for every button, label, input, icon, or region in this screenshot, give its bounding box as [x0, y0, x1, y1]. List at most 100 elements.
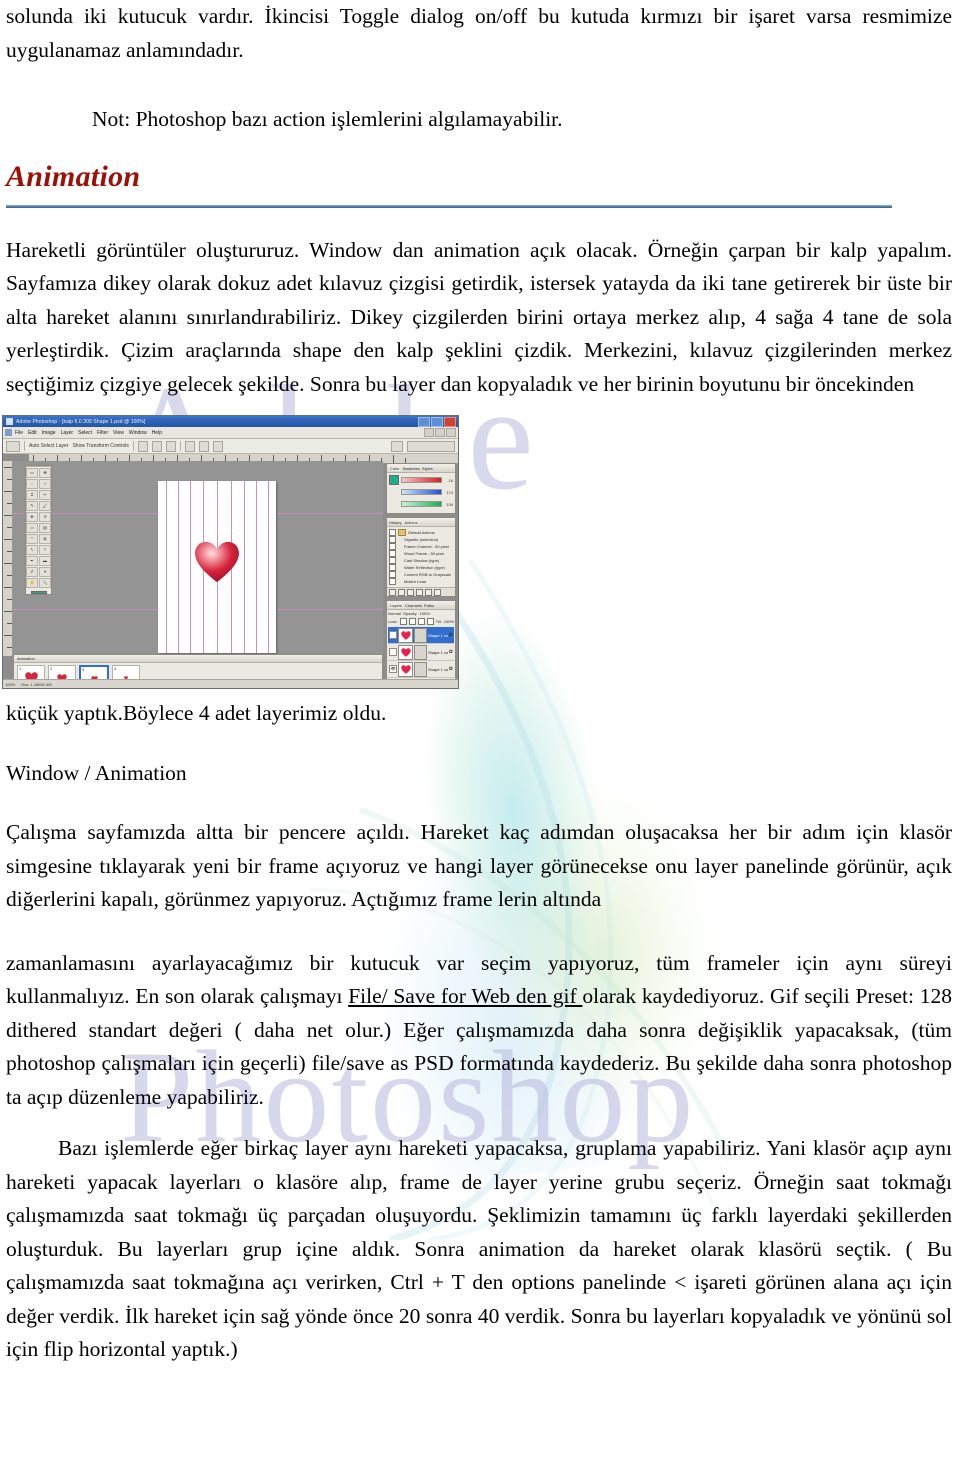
menu-item-layer[interactable]: Layer	[61, 430, 74, 436]
layer-thumbnail[interactable]	[398, 627, 413, 643]
opacity-value[interactable]: 100%	[420, 611, 430, 616]
action-toggle-checkbox[interactable]	[389, 578, 396, 585]
ps-options-bar[interactable]: Auto Select Layer Show Transform Control…	[3, 439, 458, 454]
menu-item-file[interactable]: File	[15, 430, 23, 436]
stop-playing-icon[interactable]	[389, 588, 396, 596]
move-tool-icon[interactable]	[6, 440, 20, 452]
actions-panel-tabs[interactable]: History Actions	[387, 518, 455, 527]
action-toggle-checkbox[interactable]	[389, 571, 396, 578]
delete-action-icon[interactable]	[434, 588, 441, 596]
notes-tool-icon[interactable]: ✐	[26, 567, 38, 578]
magic-wand-icon[interactable]: ✧	[39, 479, 51, 490]
animation-panel-tab[interactable]: Animation	[14, 655, 382, 663]
action-label[interactable]: Wood Frame - 50 pixel	[398, 551, 444, 556]
layer-fx-icon[interactable]: ✿	[449, 666, 453, 672]
align-center-icon[interactable]	[151, 440, 162, 452]
actions-panel-footer[interactable]	[387, 587, 455, 596]
distribute-top-icon[interactable]	[184, 440, 195, 452]
create-new-action-icon[interactable]	[425, 588, 432, 596]
marquee-tool-icon[interactable]: ▭	[26, 468, 38, 479]
hand-tool-icon[interactable]: ✋	[26, 578, 38, 589]
zoom-tool-icon[interactable]: 🔍	[39, 578, 51, 589]
layer-fx-icon[interactable]: ✿	[449, 632, 453, 638]
window-controls[interactable]	[418, 416, 456, 427]
current-color-swatch[interactable]	[389, 475, 399, 485]
healing-brush-icon[interactable]: ✎	[26, 501, 38, 512]
tab-styles[interactable]: Styles	[422, 466, 433, 471]
lock-position-icon[interactable]	[417, 618, 425, 625]
foreground-color-swatch[interactable]	[30, 591, 47, 594]
color-panel-body[interactable]: 16 174 139	[387, 473, 455, 513]
doc-close-icon[interactable]	[446, 428, 456, 437]
crop-tool-icon[interactable]: ⌗	[26, 490, 38, 501]
pen-tool-icon[interactable]: ✒	[26, 556, 38, 567]
color-panel-tabs[interactable]: Color Swatches Styles	[387, 464, 455, 473]
menu-item-filter[interactable]: Filter	[97, 430, 108, 436]
minimize-icon[interactable]	[418, 416, 430, 427]
green-slider[interactable]	[401, 489, 442, 495]
doc-restore-icon[interactable]	[435, 428, 445, 437]
path-select-icon[interactable]: ↖	[26, 545, 38, 556]
begin-recording-icon[interactable]	[398, 588, 405, 596]
tab-color[interactable]: Color	[389, 465, 401, 471]
maximize-icon[interactable]	[431, 416, 443, 427]
blur-tool-icon[interactable]: ◠	[26, 534, 38, 545]
stamp-tool-icon[interactable]: ⎈	[26, 512, 38, 523]
menu-item-edit[interactable]: Edit	[28, 430, 37, 436]
distribute-bottom-icon[interactable]	[212, 440, 223, 452]
action-row[interactable]: Custom RGB to Grayscale	[389, 571, 453, 578]
layers-panel-tabs[interactable]: Layers Channels Paths	[387, 601, 455, 610]
auto-select-layer-label[interactable]: Auto Select Layer	[29, 443, 68, 449]
action-label[interactable]: Molten Lead	[398, 579, 426, 584]
ps-toolbox[interactable]: ▭ ✥ ◌ ✧ ⌗ ✂ ✎ 🖌 ⎈ ↺ ▱ ▤ ◠ ◍ ↖ T ✒ ▬ ✐ ✦ …	[25, 465, 52, 595]
slice-tool-icon[interactable]: ✂	[39, 490, 51, 501]
menu-item-image[interactable]: Image	[42, 430, 56, 436]
ps-canvas-area[interactable]: ▭ ✥ ◌ ✧ ⌗ ✂ ✎ 🖌 ⎈ ↺ ▱ ▤ ◠ ◍ ↖ T ✒ ▬ ✐ ✦ …	[13, 461, 383, 656]
action-label[interactable]: Custom RGB to Grayscale	[398, 572, 451, 577]
ps-panel-dock[interactable]: Color Swatches Styles 16 174 139 History…	[386, 463, 456, 688]
blend-mode-row[interactable]: Normal Opacity: 100%	[388, 611, 454, 616]
color-channel-b[interactable]: 139	[389, 499, 453, 509]
layer-visibility-icon[interactable]: 👁	[389, 665, 397, 673]
menu-item-window[interactable]: Window	[129, 430, 147, 436]
menu-item-help[interactable]: Help	[152, 430, 162, 436]
move-tool-icon-2[interactable]: ✥	[39, 468, 51, 479]
layer-visibility-icon[interactable]	[389, 631, 397, 639]
type-tool-icon[interactable]: T	[39, 545, 51, 556]
doc-minimize-icon[interactable]	[424, 428, 434, 437]
layer-thumbnail[interactable]	[398, 661, 413, 677]
create-new-set-icon[interactable]	[416, 588, 423, 596]
action-row[interactable]: Cast Shadow (type)	[389, 557, 453, 564]
close-icon[interactable]	[444, 416, 456, 427]
tab-animation[interactable]: Animation	[17, 656, 35, 661]
eyedropper-icon[interactable]: ✦	[39, 567, 51, 578]
history-brush-icon[interactable]: ↺	[39, 512, 51, 523]
lock-transparent-icon[interactable]	[399, 618, 407, 625]
tab-actions[interactable]: Actions	[403, 519, 419, 525]
lasso-tool-icon[interactable]: ◌	[26, 479, 38, 490]
layer-fx-icon[interactable]: ✿	[449, 649, 453, 655]
dodge-tool-icon[interactable]: ◍	[39, 534, 51, 545]
zoom-level[interactable]: 100%	[5, 682, 15, 687]
action-label[interactable]: Frame Channel - 50 pixel	[398, 544, 449, 549]
ps-document-canvas[interactable]	[158, 481, 276, 653]
align-right-icon[interactable]	[165, 440, 176, 452]
tab-swatches[interactable]: Swatches	[403, 466, 420, 471]
toolbox-grid[interactable]: ▭ ✥ ◌ ✧ ⌗ ✂ ✎ 🖌 ⎈ ↺ ▱ ▤ ◠ ◍ ↖ T ✒ ▬ ✐ ✦ …	[25, 467, 52, 589]
layers-panel-body[interactable]: Normal Opacity: 100% Lock: Fill: 100% Sh…	[387, 610, 455, 688]
action-label[interactable]: Default Actions	[408, 530, 435, 535]
tab-channels[interactable]: Channels	[405, 603, 422, 608]
table-row[interactable]: Shape 1 copy 2 ✿	[388, 644, 454, 661]
table-row[interactable]: 👁 Shape 1 copy ✿	[388, 661, 454, 678]
layer-thumbnail[interactable]	[398, 644, 413, 660]
shape-tool-icon[interactable]: ▬	[39, 556, 51, 567]
play-selection-icon[interactable]	[407, 588, 414, 596]
action-label[interactable]: Vignette (selection)	[398, 537, 438, 542]
menu-item-select[interactable]: Select	[78, 430, 92, 436]
action-toggle-checkbox[interactable]	[389, 543, 396, 550]
show-transform-controls-label[interactable]: Show Transform Controls	[72, 443, 128, 449]
workspace-selector[interactable]	[407, 440, 455, 452]
action-label[interactable]: Water Reflection (type)	[398, 565, 445, 570]
tab-history[interactable]: History	[389, 520, 401, 525]
ps-menu-bar[interactable]: File Edit Image Layer Select Filter View…	[3, 427, 458, 439]
